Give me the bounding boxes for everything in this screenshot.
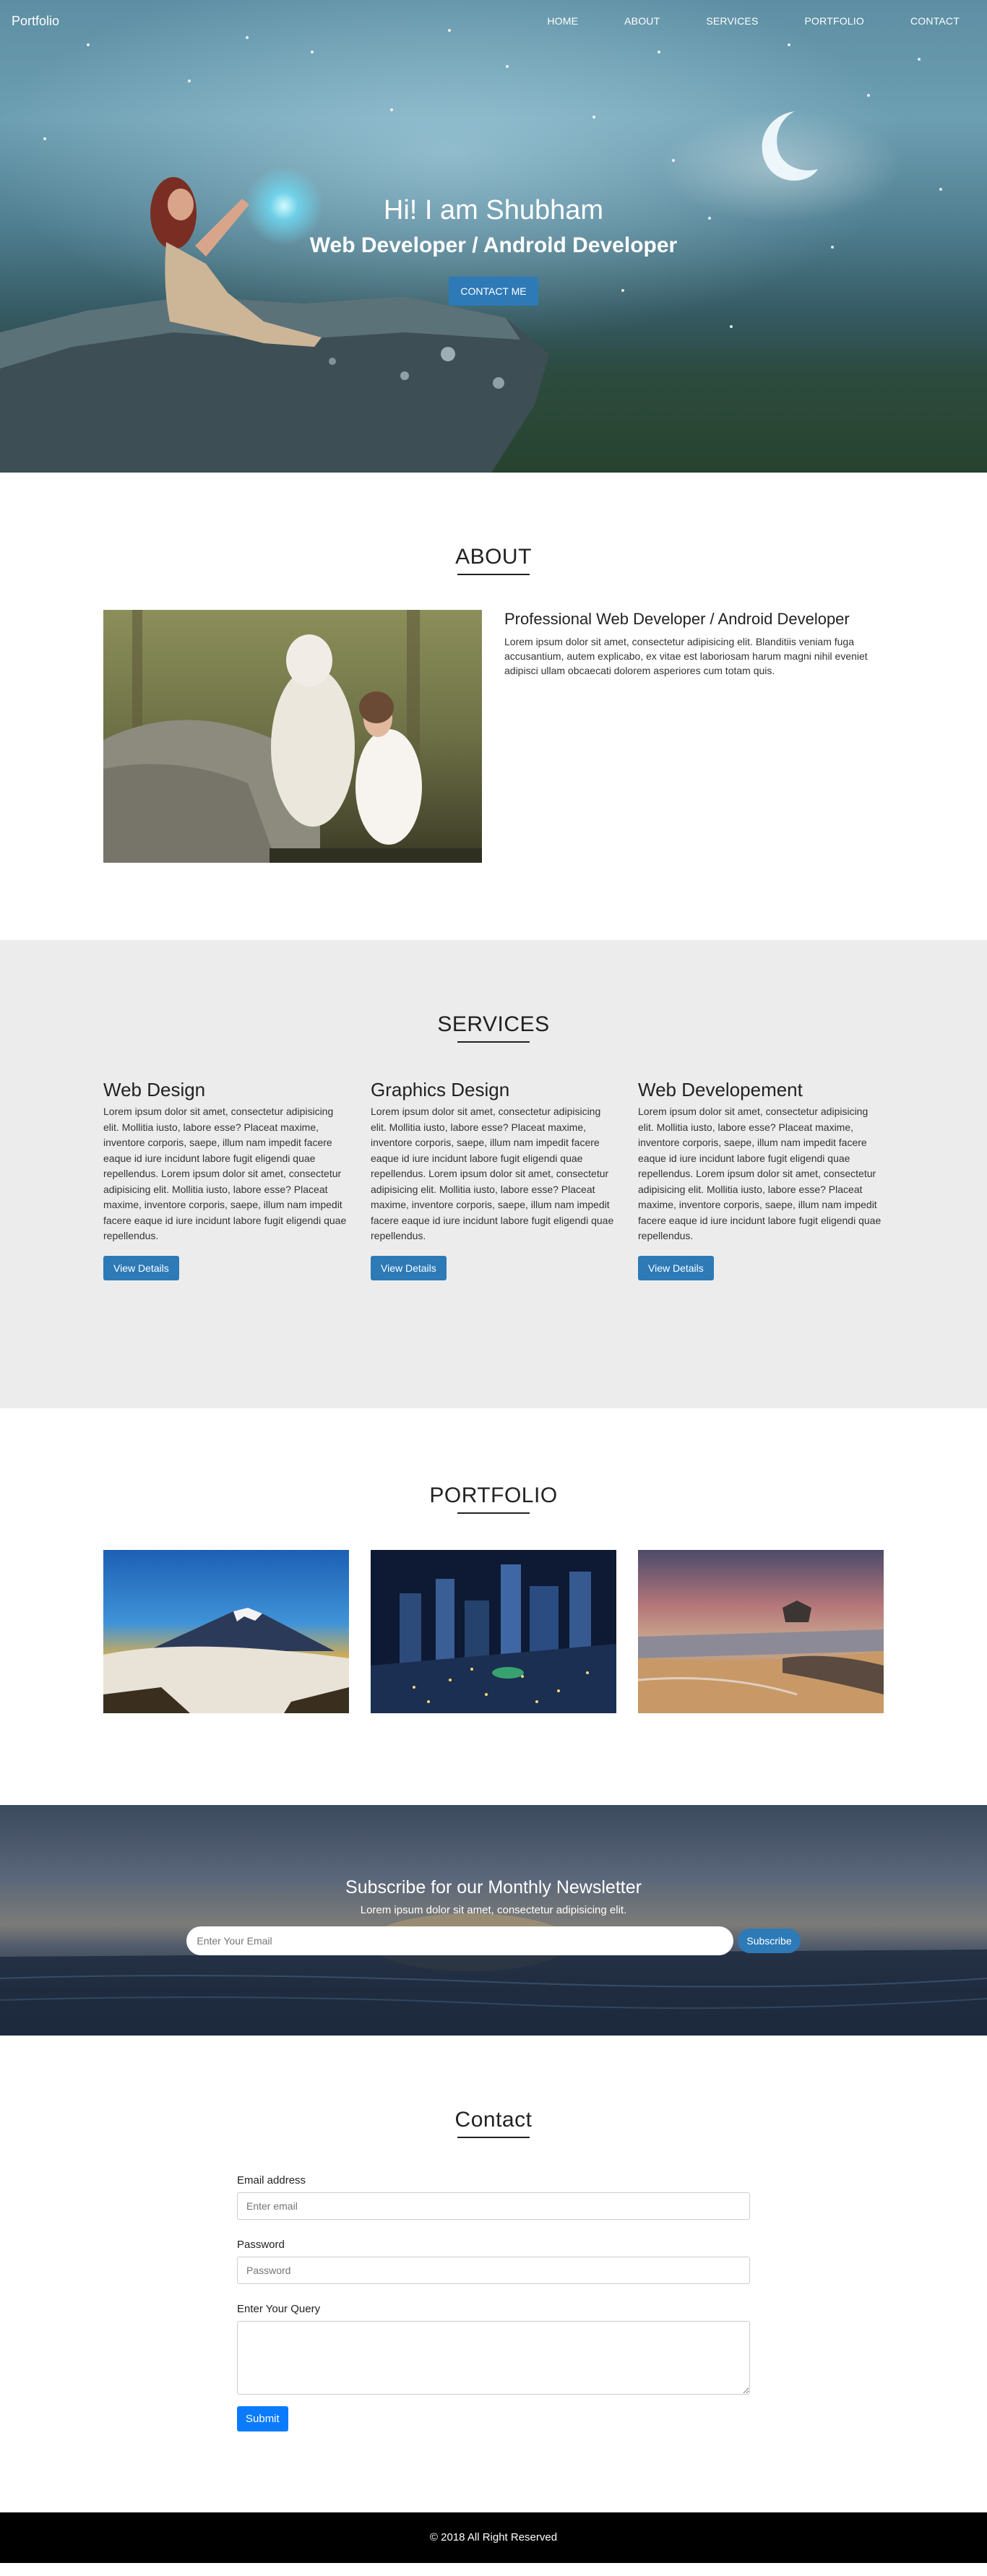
hero-text: Hi! I am Shubham Web Developer / Android… [0,195,987,306]
about-section: ABOUT Professional Web Developer / Andro… [0,473,987,940]
services-section: SERVICES Web Design Lorem ipsum dolor si… [0,940,987,1408]
services-row: Web Design Lorem ipsum dolor sit amet, c… [103,1079,987,1280]
contact-title: Contact [454,2108,533,2132]
portfolio-title: PORTFOLIO [429,1483,558,1507]
newsletter-title: Subscribe for our Monthly Newsletter [345,1877,642,1897]
service-card-graphics-design: Graphics Design Lorem ipsum dolor sit am… [371,1079,616,1280]
title-underline [457,1041,530,1043]
service-text: Lorem ipsum dolor sit amet, consectetur … [371,1106,614,1241]
newsletter-form: Subscribe [0,1926,987,1955]
contact-me-button[interactable]: CONTACT ME [449,277,538,306]
contact-section: Contact Email address Password Enter You… [0,2036,987,2512]
about-text: Professional Web Developer / Android Dev… [504,610,874,863]
newsletter-email-input[interactable] [186,1926,734,1955]
nav-links: HOME ABOUT SERVICES PORTFOLIO CONTACT [501,15,960,27]
nav-link-services[interactable]: SERVICES [706,15,758,27]
hero-section: Portfolio HOME ABOUT SERVICES PORTFOLIO … [0,0,987,473]
view-details-button[interactable]: View Details [371,1255,447,1280]
hero-title: Hi! I am Shubham [383,195,604,225]
nav-link-home[interactable]: HOME [547,15,578,27]
view-details-button[interactable]: View Details [638,1255,714,1280]
service-card-web-development: Web Developement Lorem ipsum dolor sit a… [638,1079,884,1280]
city-night-image[interactable] [371,1550,616,1713]
footer: © 2018 All Right Reserved [0,2512,987,2563]
query-textarea[interactable] [237,2321,750,2395]
portfolio-gallery [103,1550,987,1713]
nav-link-portfolio[interactable]: PORTFOLIO [805,15,864,27]
service-card-web-design: Web Design Lorem ipsum dolor sit amet, c… [103,1079,349,1280]
top-navbar: Portfolio HOME ABOUT SERVICES PORTFOLIO … [0,0,987,42]
mountain-image[interactable] [103,1550,349,1713]
view-details-button[interactable]: View Details [103,1255,179,1280]
service-title: Web Design [103,1079,206,1100]
newsletter-section: Subscribe for our Monthly Newsletter Lor… [0,1805,987,2036]
about-title: ABOUT [455,545,532,569]
hero-subtitle: Web Developer / Android Developer [309,233,678,257]
submit-button[interactable]: Submit [237,2406,288,2431]
contact-form: Email address Password Enter Your Query … [237,2174,750,2431]
about-heading: Professional Web Developer / Android Dev… [504,610,850,628]
about-body: Professional Web Developer / Android Dev… [103,610,987,863]
portfolio-section: PORTFOLIO [0,1408,987,1805]
newsletter-subtitle: Lorem ipsum dolor sit amet, consectetur … [360,1904,627,1916]
about-paragraph: Lorem ipsum dolor sit amet, consectetur … [504,636,868,676]
password-field[interactable] [237,2257,750,2284]
query-label: Enter Your Query [237,2303,321,2315]
service-text: Lorem ipsum dolor sit amet, consectetur … [638,1106,882,1241]
subscribe-button[interactable]: Subscribe [738,1929,801,1953]
nav-link-contact[interactable]: CONTACT [910,15,960,27]
services-title: SERVICES [437,1012,550,1036]
password-label: Password [237,2239,285,2251]
woman-with-tiger-image [103,610,482,863]
service-text: Lorem ipsum dolor sit amet, consectetur … [103,1106,347,1241]
brand-logo[interactable]: Portfolio [12,14,59,29]
title-underline [457,2137,530,2138]
beach-image[interactable] [638,1550,884,1713]
service-title: Web Developement [638,1079,803,1100]
email-label: Email address [237,2174,306,2187]
footer-copyright: © 2018 All Right Reserved [429,2531,558,2543]
email-field[interactable] [237,2192,750,2220]
moon-icon [762,111,818,181]
title-underline [457,574,530,575]
title-underline [457,1512,530,1514]
nav-link-about[interactable]: ABOUT [624,15,660,27]
service-title: Graphics Design [371,1079,510,1100]
